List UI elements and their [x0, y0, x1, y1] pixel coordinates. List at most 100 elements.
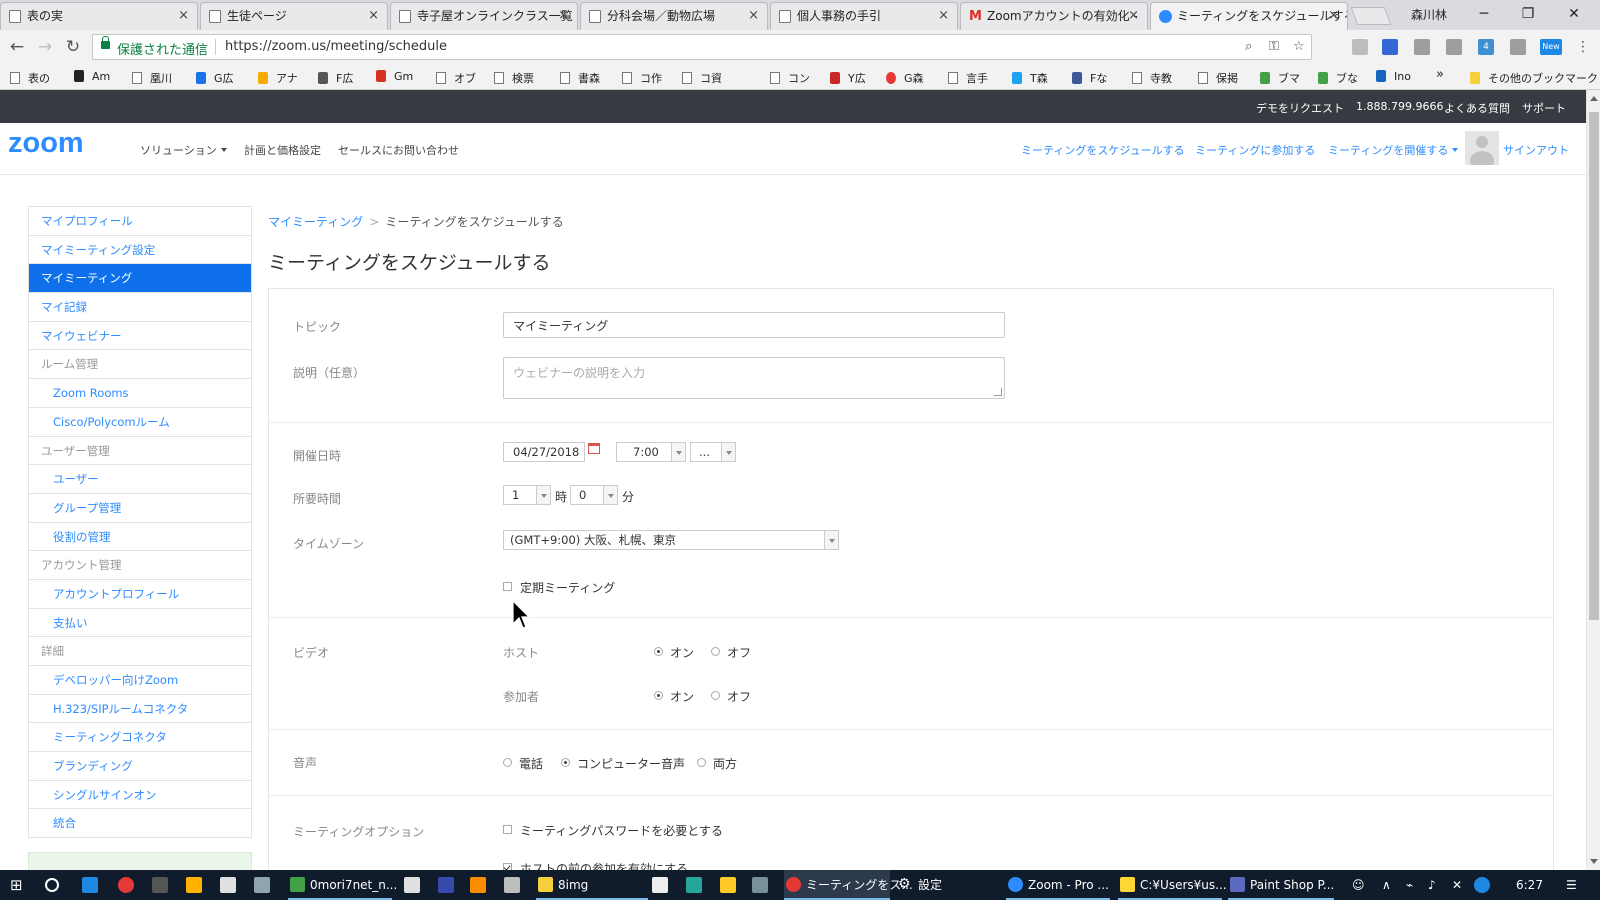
audio-both-radio[interactable] [697, 758, 706, 767]
resize-grip-icon[interactable] [994, 388, 1002, 396]
app-icon[interactable] [720, 877, 736, 893]
bookmark-item[interactable]: 表の [10, 70, 50, 86]
time-select[interactable]: 7:00 [616, 442, 686, 462]
recurring-label[interactable]: 定期ミーティング [520, 579, 615, 596]
bookmark-item[interactable]: Gm [376, 70, 413, 83]
sidebar-item[interactable]: マイウェビナー [29, 322, 251, 351]
notification-icon[interactable]: ☰ [1566, 870, 1577, 900]
browser-tab[interactable]: 生徒ページ × [200, 2, 388, 30]
audio-computer-label[interactable]: コンピューター音声 [577, 755, 685, 772]
close-icon[interactable]: ✕ [1452, 870, 1462, 900]
app-icon[interactable] [752, 877, 768, 893]
close-icon[interactable]: × [748, 3, 759, 29]
breadcrumb-my-meetings[interactable]: マイミーティング [268, 215, 363, 229]
app-icon[interactable] [254, 877, 270, 893]
sidebar-item[interactable]: Zoom Rooms [29, 379, 251, 408]
volume-icon[interactable]: ♪ [1428, 870, 1436, 900]
bookmark-item[interactable]: F広 [318, 70, 353, 86]
contact-sales-link[interactable]: セールスにお問い合わせ [338, 142, 459, 158]
support-link[interactable]: サポート [1522, 100, 1566, 116]
forward-arrow-icon[interactable]: → [34, 36, 56, 58]
app-tray-icon[interactable] [1474, 877, 1490, 893]
bookmark-extension-icon[interactable] [1382, 39, 1398, 55]
app-icon[interactable] [186, 877, 202, 893]
browser-tab[interactable]: M Zoomアカウントの有効化 - × [960, 2, 1148, 30]
bookmark-item[interactable]: G広 [196, 70, 234, 86]
key-icon[interactable]: ⚿ [1269, 39, 1279, 54]
minimize-icon[interactable]: ─ [1462, 0, 1506, 28]
chevron-up-icon[interactable]: ∧ [1382, 870, 1391, 900]
zoom-logo[interactable]: zoom [8, 127, 84, 160]
require-password-label[interactable]: ミーティングパスワードを必要とする [520, 822, 723, 839]
sidebar-item[interactable]: 役割の管理 [29, 523, 251, 552]
sidebar-item[interactable]: Cisco/Polycomルーム [29, 408, 251, 437]
calendar-icon[interactable] [588, 443, 600, 454]
close-icon[interactable]: × [368, 3, 379, 29]
solutions-menu[interactable]: ソリューション [140, 142, 227, 158]
scroll-thumb[interactable] [1589, 112, 1599, 620]
app-icon[interactable] [438, 877, 454, 893]
topic-input[interactable] [503, 312, 1005, 338]
audio-computer-radio[interactable] [561, 758, 570, 767]
window-close-icon[interactable]: ✕ [1552, 0, 1596, 28]
bookmark-item[interactable]: ブマ [1260, 70, 1300, 86]
bookmark-item[interactable]: 書森 [560, 70, 600, 86]
taskbar-app[interactable]: 8img [536, 870, 648, 900]
forward-extension-icon[interactable] [1510, 39, 1526, 55]
bookmark-item[interactable]: コン [770, 70, 810, 86]
close-icon[interactable]: × [558, 3, 569, 29]
host-video-on-label[interactable]: オン [670, 644, 694, 661]
faq-link[interactable]: よくある質問 [1444, 100, 1510, 116]
bookmark-item[interactable]: 検票 [494, 70, 534, 86]
sidebar-item[interactable]: ブランディング [29, 752, 251, 781]
audio-both-label[interactable]: 両方 [713, 755, 737, 772]
date-input[interactable]: 04/27/2018 [503, 442, 585, 462]
people-icon[interactable]: ☺ [1352, 870, 1365, 900]
scroll-down-icon[interactable] [1590, 859, 1598, 864]
bookmark-item[interactable]: 寺教 [1132, 70, 1172, 86]
avatar[interactable] [1465, 131, 1499, 165]
sidebar-item[interactable]: マイミーティング [29, 264, 251, 294]
description-textarea[interactable]: ウェビナーの説明を入力 [503, 357, 1005, 399]
url-text[interactable]: https://zoom.us/meeting/schedule [225, 39, 447, 54]
audio-telephone-label[interactable]: 電話 [519, 755, 543, 772]
drive-extension-icon[interactable] [1352, 39, 1368, 55]
duration-hours-select[interactable]: 1 [503, 485, 551, 505]
bookmark-item[interactable]: G森 [886, 70, 924, 86]
bookmark-item[interactable]: アナ [258, 70, 298, 86]
close-icon[interactable]: × [938, 3, 949, 29]
participants-video-on-label[interactable]: オン [670, 688, 694, 705]
participants-video-on-radio[interactable] [654, 691, 663, 700]
signout-link[interactable]: サインアウト [1503, 142, 1569, 158]
participants-video-off-label[interactable]: オフ [727, 688, 751, 705]
app-icon[interactable] [686, 877, 702, 893]
windows-start-icon[interactable]: ⊞ [10, 870, 23, 900]
bookmark-item[interactable]: Am [74, 70, 110, 83]
code-extension-icon[interactable]: 4 [1478, 39, 1494, 55]
bookmark-item[interactable]: ブな [1318, 70, 1358, 86]
sidebar-item[interactable]: マイプロフィール [29, 207, 251, 236]
ampm-select[interactable]: ... [690, 442, 736, 462]
page-scrollbar[interactable] [1586, 90, 1600, 870]
browser-tab[interactable]: 表の実 × [0, 2, 198, 30]
restore-icon[interactable]: ❐ [1506, 0, 1550, 28]
check-extension-icon[interactable] [1414, 39, 1430, 55]
sidebar-item[interactable]: グループ管理 [29, 494, 251, 523]
browser-tab[interactable]: 分科会場／動物広場 × [580, 2, 768, 30]
timezone-select[interactable]: (GMT+9:00) 大阪、札幌、東京 [503, 530, 839, 550]
menu-icon[interactable]: ⋮ [1572, 36, 1594, 58]
address-bar[interactable]: 保護された通信 https://zoom.us/meeting/schedule… [92, 34, 1312, 60]
new-tab-button[interactable] [1350, 7, 1392, 25]
bookmark-item[interactable]: 凰川 [132, 70, 172, 86]
taskbar-app[interactable]: Paint Shop P... [1228, 870, 1334, 900]
join-meeting-link[interactable]: ミーティングに参加する [1195, 142, 1315, 158]
profile-name[interactable]: 森川林 [1411, 6, 1447, 23]
bookmark-item[interactable]: コ資 [682, 70, 722, 86]
host-meeting-menu[interactable]: ミーティングを開催する [1328, 142, 1459, 158]
close-icon[interactable]: × [1328, 3, 1339, 29]
sidebar-item[interactable]: 統合 [29, 809, 251, 839]
sidebar-item[interactable]: マイ記録 [29, 293, 251, 322]
scroll-up-icon[interactable] [1590, 96, 1598, 101]
wifi-icon[interactable]: ⌁ [1406, 870, 1413, 900]
app-icon[interactable] [220, 877, 236, 893]
